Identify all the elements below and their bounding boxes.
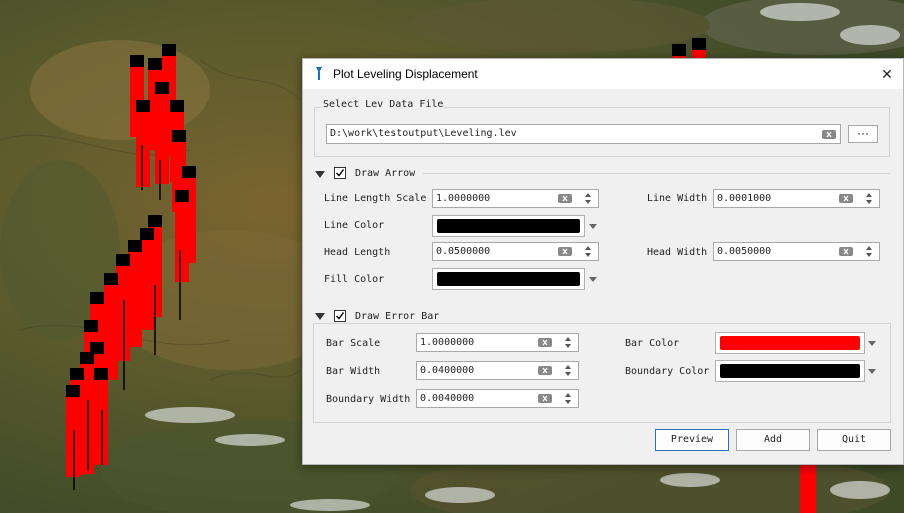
preview-button[interactable]: Preview <box>655 429 729 451</box>
clear-icon[interactable] <box>558 194 572 203</box>
pin-icon <box>316 67 322 80</box>
head-width-label: Head Width <box>647 247 708 258</box>
fill-color-label: Fill Color <box>324 274 385 285</box>
head-length-label: Head Length <box>324 247 391 258</box>
quit-button-label: Quit <box>841 434 867 445</box>
lev-file-path-input[interactable]: D:\work\testoutput\Leveling.lev <box>326 124 841 144</box>
title-bar[interactable]: Plot Leveling Displacement ✕ <box>303 59 903 89</box>
clear-icon[interactable] <box>538 366 552 375</box>
line-color-swatch <box>437 219 580 233</box>
bar-width-label: Bar Width <box>326 366 381 377</box>
fill-color-swatch <box>437 272 580 286</box>
bar-color-swatch <box>720 336 860 350</box>
line-width-value: 0.0001000 <box>717 193 772 204</box>
chevron-down-icon[interactable] <box>868 369 876 374</box>
dialog-title: Plot Leveling Displacement <box>333 67 478 81</box>
line-length-scale-input[interactable]: 1.0000000 <box>432 189 599 208</box>
bar-width-input[interactable]: 0.0400000 <box>416 361 579 380</box>
arrow-section-divider <box>423 173 890 174</box>
boundary-width-input[interactable]: 0.0040000 <box>416 389 579 408</box>
line-width-label: Line Width <box>647 193 708 204</box>
spin-arrows-icon[interactable] <box>862 243 878 260</box>
bar-scale-label: Bar Scale <box>326 338 381 349</box>
line-color-label: Line Color <box>324 220 385 231</box>
browse-button[interactable]: ··· <box>848 125 878 143</box>
head-width-value: 0.0050000 <box>717 246 772 257</box>
browse-button-label: ··· <box>857 126 869 140</box>
clear-icon[interactable] <box>839 194 853 203</box>
spin-arrows-icon[interactable] <box>561 390 577 407</box>
lev-file-group-title: Select Lev Data File <box>321 99 446 110</box>
spin-arrows-icon[interactable] <box>862 190 878 207</box>
error-section-collapse-icon[interactable] <box>315 313 325 320</box>
arrow-section-collapse-icon[interactable] <box>315 171 325 178</box>
boundary-color-swatch <box>720 364 860 378</box>
bar-width-value: 0.0400000 <box>420 365 475 376</box>
draw-error-bar-label: Draw Error Bar <box>355 311 440 322</box>
bar-scale-value: 1.0000000 <box>420 337 475 348</box>
spin-arrows-icon[interactable] <box>581 243 597 260</box>
chevron-down-icon[interactable] <box>868 341 876 346</box>
spin-arrows-icon[interactable] <box>561 334 577 351</box>
quit-button[interactable]: Quit <box>817 429 891 451</box>
line-length-scale-label: Line Length Scale <box>324 193 427 204</box>
chevron-down-icon[interactable] <box>589 224 597 229</box>
head-width-input[interactable]: 0.0050000 <box>713 242 880 261</box>
bar-color-label: Bar Color <box>625 338 680 349</box>
draw-error-bar-checkbox[interactable] <box>334 310 346 322</box>
chevron-down-icon[interactable] <box>589 277 597 282</box>
line-length-scale-value: 1.0000000 <box>436 193 491 204</box>
head-length-value: 0.0500000 <box>436 246 491 257</box>
fill-color-picker[interactable] <box>432 268 585 290</box>
add-button-label: Add <box>763 434 783 445</box>
boundary-width-label: Boundary Width <box>326 394 411 405</box>
spin-arrows-icon[interactable] <box>581 190 597 207</box>
draw-arrow-label: Draw Arrow <box>355 168 416 179</box>
clear-icon[interactable] <box>538 394 552 403</box>
lev-file-path-value: D:\work\testoutput\Leveling.lev <box>330 128 517 139</box>
clear-icon[interactable] <box>558 247 572 256</box>
add-button[interactable]: Add <box>736 429 810 451</box>
clear-icon[interactable] <box>822 130 836 139</box>
preview-button-label: Preview <box>670 434 714 445</box>
draw-arrow-checkbox[interactable] <box>334 167 346 179</box>
close-icon: ✕ <box>881 66 893 82</box>
boundary-color-label: Boundary Color <box>625 366 710 377</box>
bar-scale-input[interactable]: 1.0000000 <box>416 333 579 352</box>
bar-color-picker[interactable] <box>715 332 865 354</box>
clear-icon[interactable] <box>839 247 853 256</box>
spin-arrows-icon[interactable] <box>561 362 577 379</box>
head-length-input[interactable]: 0.0500000 <box>432 242 599 261</box>
boundary-width-value: 0.0040000 <box>420 393 475 404</box>
line-color-picker[interactable] <box>432 215 585 237</box>
boundary-color-picker[interactable] <box>715 360 865 382</box>
line-width-input[interactable]: 0.0001000 <box>713 189 880 208</box>
close-button[interactable]: ✕ <box>871 59 903 89</box>
clear-icon[interactable] <box>538 338 552 347</box>
plot-leveling-dialog: Plot Leveling Displacement ✕ Select Lev … <box>302 58 904 465</box>
